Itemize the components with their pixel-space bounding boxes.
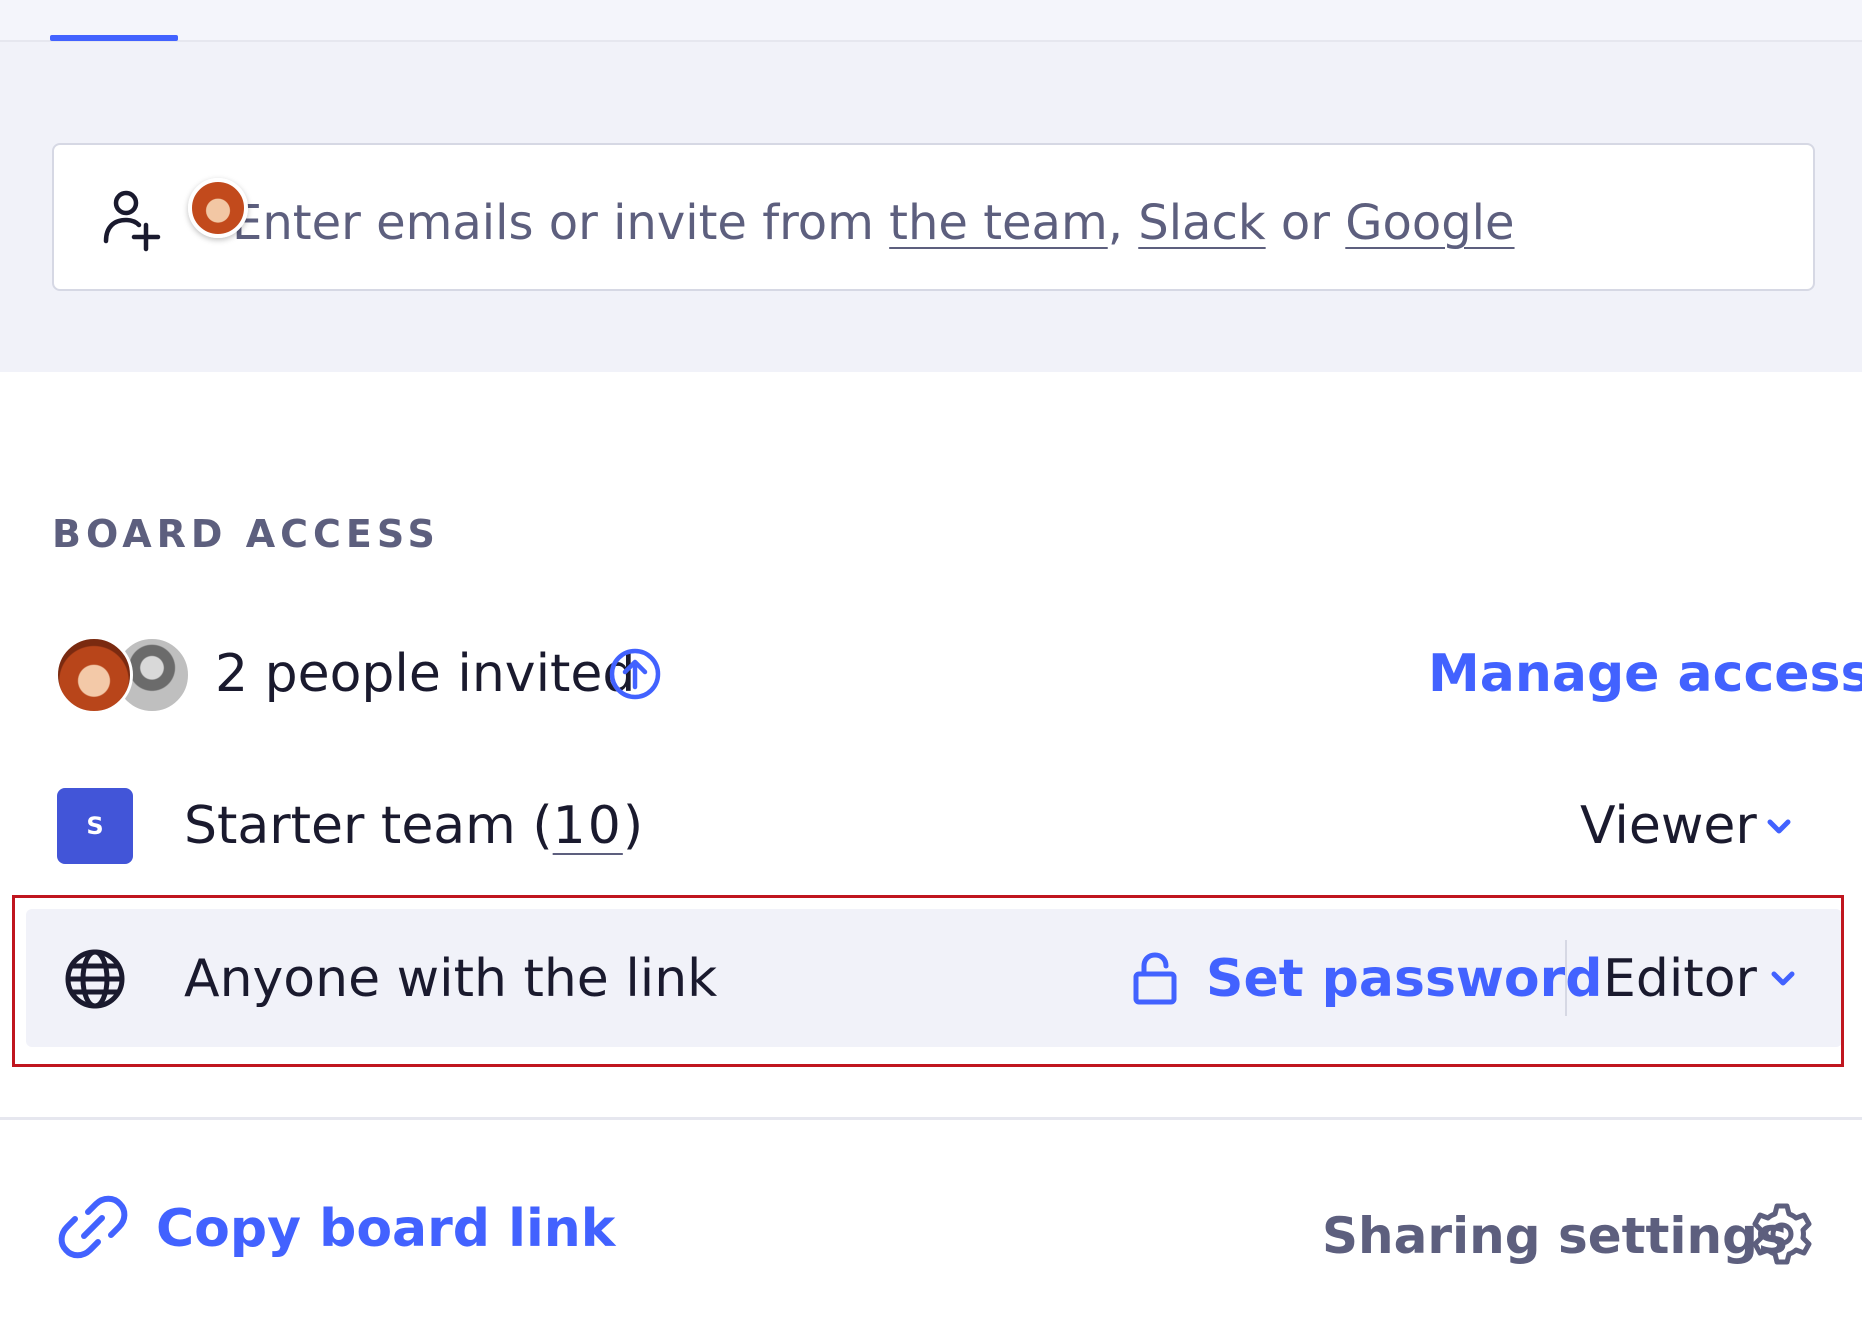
divider [1565,940,1567,1016]
globe-icon [65,949,125,1009]
team-badge: S [57,788,133,864]
team-role-select[interactable]: Viewer [1580,786,1757,866]
team-name-close: ) [622,796,644,856]
active-tab-indicator [50,35,178,41]
manage-access-button[interactable]: Manage access [1428,634,1862,714]
chevron-down-icon[interactable] [1762,810,1796,844]
add-user-icon [103,190,161,252]
lock-icon[interactable] [1130,950,1180,1006]
invite-google-link[interactable]: Google [1345,195,1514,251]
chevron-down-icon[interactable] [1766,962,1800,996]
invite-placeholder: Enter emails or invite from the team, Sl… [232,188,1515,258]
invite-or-text: or [1265,195,1346,251]
team-name: Starter team ( [184,796,553,856]
invite-placeholder-text: Enter emails or invite from [232,195,890,251]
invited-count-label: 2 people invited [215,644,636,704]
divider [0,1117,1862,1120]
gear-icon[interactable] [1748,1200,1816,1268]
team-member-count[interactable]: 10 [553,796,623,856]
link-role-select[interactable]: Editor [1603,939,1757,1019]
copy-board-link-button[interactable]: Copy board link [156,1189,615,1269]
invite-slack-link[interactable]: Slack [1138,195,1265,251]
section-title: BOARD ACCESS [52,512,440,556]
set-password-button[interactable]: Set password [1206,939,1603,1019]
invite-separator: , [1107,195,1139,251]
invite-team-link[interactable]: the team [889,195,1108,251]
link-access-label: Anyone with the link [184,949,718,1009]
team-label: Starter team (10) [184,786,643,866]
link-icon[interactable] [56,1190,130,1264]
avatar [55,636,133,714]
upgrade-icon[interactable] [608,647,662,701]
collaborator-cursor-avatar [188,178,248,238]
sharing-settings-button[interactable]: Sharing settings [1322,1196,1788,1276]
tab-bar [0,0,1862,42]
